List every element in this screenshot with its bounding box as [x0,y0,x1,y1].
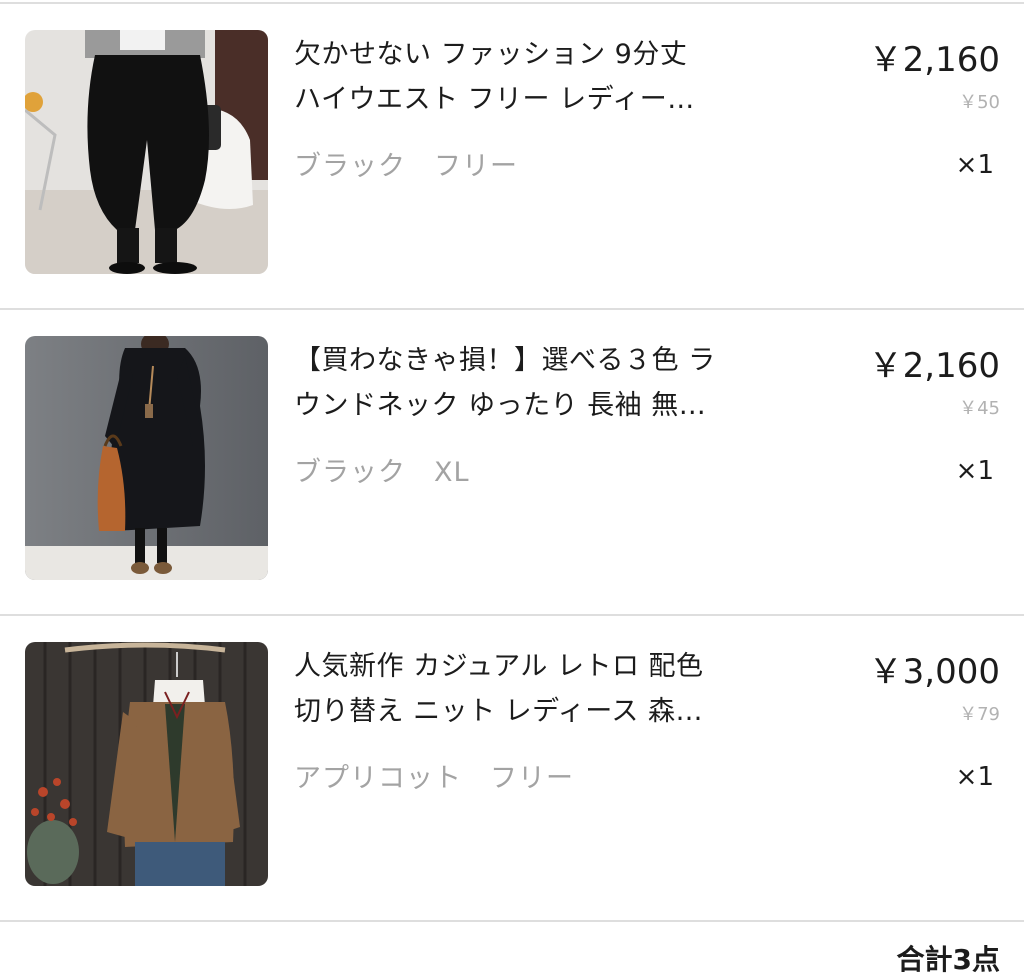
product-price: ￥3,000 [868,652,1000,692]
product-price: ￥2,160 [868,40,1000,80]
cart-item[interactable]: 欠かせない ファッション 9分丈 ハイウエスト フリー レディー… ブラック フリ… [0,4,1024,310]
product-title-line: 人気新作 カジュアル レトロ 配色 [294,651,704,682]
product-title[interactable]: 【買わなきゃ損！】選べる３色 ラ ウンドネック ゆったり 長袖 無… [294,338,764,428]
product-image[interactable] [25,336,268,580]
product-title-line: 欠かせない ファッション 9分丈 [294,39,688,70]
product-title-line: ハイウエスト フリー レディー… [294,84,695,115]
variant-size: フリー [434,151,518,182]
variant-size: XL [434,457,470,488]
cart-total-label: 合計3点 [896,943,1000,976]
product-title[interactable]: 欠かせない ファッション 9分丈 ハイウエスト フリー レディー… [294,32,764,122]
product-quantity: ×1 [955,456,994,486]
product-title-line: 切り替え ニット レディース 森… [294,696,704,727]
variant-size: フリー [490,763,574,794]
product-points: ￥79 [959,704,1000,725]
product-variant: ブラック XL [294,450,470,489]
product-title[interactable]: 人気新作 カジュアル レトロ 配色 切り替え ニット レディース 森… [294,644,764,734]
product-variant: アプリコット フリー [294,756,574,795]
product-image[interactable] [25,30,268,274]
variant-color: ブラック [294,457,406,488]
product-image[interactable] [25,642,268,886]
product-title-line: 【買わなきゃ損！】選べる３色 ラ [294,345,716,376]
product-points: ￥45 [959,398,1000,419]
product-quantity: ×1 [955,150,994,180]
product-price: ￥2,160 [868,346,1000,386]
cart-item[interactable]: 人気新作 カジュアル レトロ 配色 切り替え ニット レディース 森… アプリコ… [0,616,1024,922]
cart-item[interactable]: 【買わなきゃ損！】選べる３色 ラ ウンドネック ゆったり 長袖 無… ブラック X… [0,310,1024,616]
product-title-line: ウンドネック ゆったり 長袖 無… [294,390,707,421]
product-variant: ブラック フリー [294,144,518,183]
variant-color: アプリコット [294,763,462,794]
variant-color: ブラック [294,151,406,182]
product-points: ￥50 [959,92,1000,113]
product-quantity: ×1 [955,762,994,792]
